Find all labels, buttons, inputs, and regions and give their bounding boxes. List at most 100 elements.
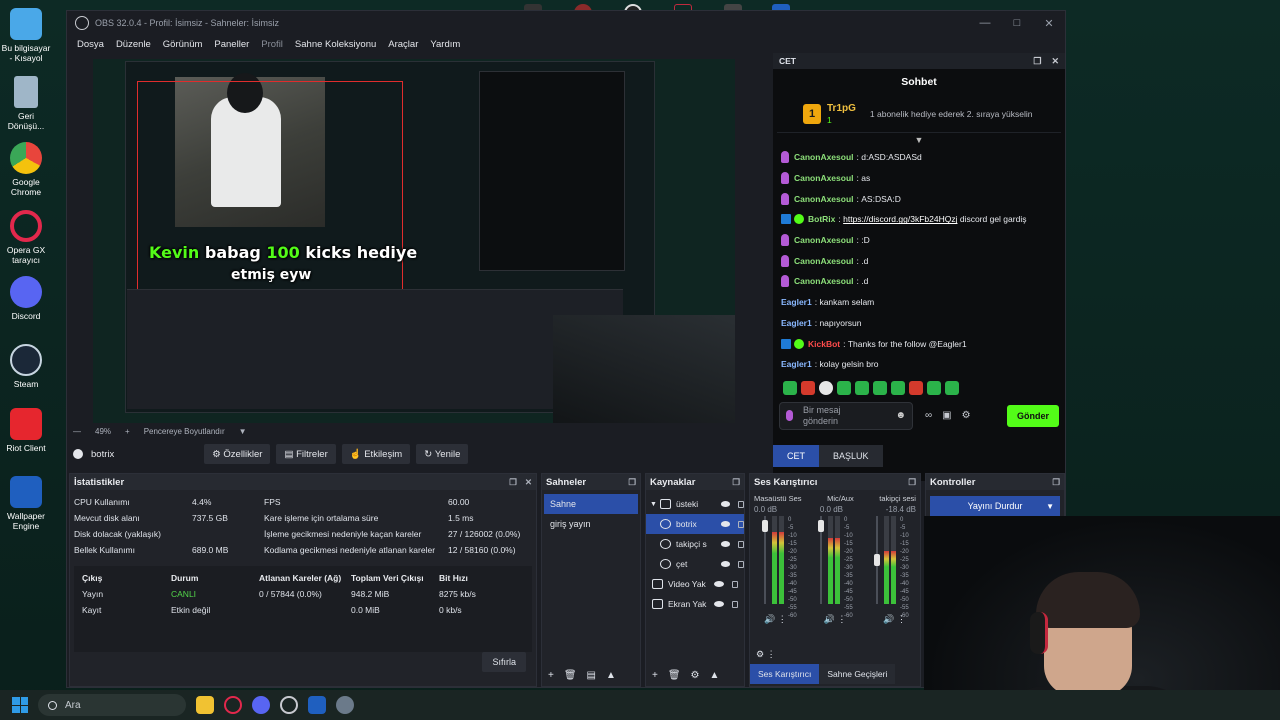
desktop-icon-steam[interactable]: Steam bbox=[0, 344, 52, 390]
eye-icon[interactable] bbox=[714, 581, 724, 587]
refresh-button[interactable]: ↻ Yenile bbox=[416, 444, 469, 464]
menu-tools[interactable]: Araçlar bbox=[382, 39, 424, 50]
eye-icon[interactable] bbox=[720, 521, 731, 527]
emote-icon[interactable] bbox=[909, 380, 923, 395]
emote-icon[interactable] bbox=[945, 380, 959, 395]
chevron-down-icon[interactable]: ▼ bbox=[650, 501, 657, 508]
lock-icon[interactable] bbox=[732, 600, 738, 608]
emoji-icon[interactable]: ☻ bbox=[895, 410, 906, 422]
close-icon[interactable]: ✕ bbox=[1051, 56, 1059, 67]
menu-edit[interactable]: Düzenle bbox=[110, 39, 157, 50]
menu-view[interactable]: Görünüm bbox=[157, 39, 209, 50]
zoom-plus-icon[interactable]: + bbox=[125, 427, 130, 436]
close-icon[interactable]: ✕ bbox=[1033, 17, 1065, 30]
chevron-down-icon[interactable]: ▼ bbox=[1046, 502, 1054, 511]
taskbar-search[interactable]: Ara bbox=[38, 694, 186, 716]
menu-file[interactable]: Dosya bbox=[71, 39, 110, 50]
desktop-icon-discord[interactable]: Discord bbox=[0, 276, 52, 322]
volume-slider-knob[interactable] bbox=[762, 520, 768, 532]
menu-scene-collection[interactable]: Sahne Koleksiyonu bbox=[289, 39, 382, 50]
opera-gx-icon[interactable] bbox=[224, 696, 242, 714]
eye-icon[interactable] bbox=[720, 501, 731, 507]
source-item[interactable]: Video Yak bbox=[646, 574, 744, 594]
lock-icon[interactable] bbox=[738, 520, 744, 528]
float-icon[interactable]: ❐ bbox=[1052, 477, 1060, 488]
lock-icon[interactable] bbox=[738, 540, 744, 548]
chat-link[interactable]: https://discord.gg/3kFb24HQzj bbox=[843, 214, 957, 224]
tab-audio-mixer[interactable]: Ses Karıştırıcı bbox=[750, 664, 820, 684]
float-icon[interactable]: ❐ bbox=[509, 477, 517, 488]
desktop-icon-chrome[interactable]: Google Chrome bbox=[0, 142, 52, 198]
trash-icon[interactable]: 🗑 bbox=[668, 670, 681, 681]
speaker-icon[interactable]: 🔊 ⋮ bbox=[824, 614, 847, 625]
fit-to-window-select[interactable]: Pencereye Boyutlandır bbox=[144, 427, 225, 436]
discord-icon[interactable] bbox=[252, 696, 270, 714]
gear-icon[interactable]: ⚙ bbox=[962, 410, 971, 421]
menu-help[interactable]: Yardım bbox=[424, 39, 466, 50]
minimize-icon[interactable]: — bbox=[969, 17, 1001, 30]
scene-item[interactable]: Sahne bbox=[544, 494, 638, 514]
zoom-minus-icon[interactable]: — bbox=[73, 427, 81, 436]
stop-stream-button[interactable]: Yayını Durdur ▼ bbox=[930, 496, 1060, 516]
pinned-user[interactable]: Tr1pG bbox=[827, 103, 856, 115]
scene-item[interactable]: giriş yayın bbox=[544, 514, 638, 534]
eye-icon[interactable] bbox=[720, 541, 731, 547]
emote-icon[interactable] bbox=[801, 380, 815, 395]
emote-icon[interactable] bbox=[819, 380, 833, 395]
source-item[interactable]: botrix bbox=[646, 514, 744, 534]
volume-slider-knob[interactable] bbox=[818, 520, 824, 532]
lock-icon[interactable] bbox=[738, 560, 744, 568]
desktop-icon-recycle-bin[interactable]: Geri Dönüşü... bbox=[0, 76, 52, 132]
filter-icon[interactable]: ▤ bbox=[587, 670, 596, 681]
tab-scene-transitions[interactable]: Sahne Geçişleri bbox=[819, 664, 896, 684]
source-item[interactable]: ▼ üsteki bbox=[646, 494, 744, 514]
send-button[interactable]: Gönder bbox=[1006, 404, 1059, 427]
menu-profile[interactable]: Profil bbox=[255, 39, 289, 50]
lock-icon[interactable] bbox=[732, 580, 738, 588]
tab-basluk[interactable]: BAŞLUK bbox=[819, 445, 883, 467]
gear-icon[interactable] bbox=[336, 696, 354, 714]
float-icon[interactable]: ❐ bbox=[628, 477, 636, 488]
eye-icon[interactable] bbox=[720, 561, 731, 567]
float-icon[interactable]: ❐ bbox=[908, 477, 916, 488]
emote-icon[interactable] bbox=[873, 380, 887, 395]
emote-icon[interactable] bbox=[837, 380, 851, 395]
source-item[interactable]: çet bbox=[646, 554, 744, 574]
desktop-icon-riot-client[interactable]: Riot Client bbox=[0, 408, 52, 454]
close-icon[interactable]: ✕ bbox=[525, 477, 532, 488]
tab-cet[interactable]: CET bbox=[773, 445, 819, 467]
desktop-icon-opera-gx[interactable]: Opera GX tarayıcı bbox=[0, 210, 52, 266]
eye-icon[interactable] bbox=[714, 601, 724, 607]
add-icon[interactable]: + bbox=[652, 670, 658, 681]
menu-docks[interactable]: Paneller bbox=[208, 39, 255, 50]
chevron-down-icon[interactable]: ▼ bbox=[239, 427, 247, 436]
mixer-options-icon[interactable]: ⚙ ⋮ bbox=[756, 649, 776, 660]
obs-icon[interactable] bbox=[280, 696, 298, 714]
speaker-icon[interactable]: 🔊 ⋮ bbox=[764, 614, 787, 625]
chevron-down-icon[interactable]: ▼ bbox=[773, 133, 1065, 147]
emote-icon[interactable] bbox=[855, 380, 869, 395]
add-icon[interactable]: + bbox=[548, 670, 554, 681]
interact-button[interactable]: ☝ Etkileşim bbox=[341, 444, 411, 464]
infinity-icon[interactable]: ∞ bbox=[925, 410, 932, 421]
chat-message-input[interactable]: Bir mesaj gönderin ☻ bbox=[779, 401, 913, 430]
file-explorer-icon[interactable] bbox=[196, 696, 214, 714]
chevron-up-icon[interactable]: ▲ bbox=[710, 670, 720, 681]
emote-icon[interactable] bbox=[927, 380, 941, 395]
filters-button[interactable]: ▤ Filtreler bbox=[276, 444, 336, 464]
source-item[interactable]: Ekran Yak bbox=[646, 594, 744, 614]
windows-start-icon[interactable] bbox=[12, 697, 28, 713]
store-icon[interactable]: ▣ bbox=[942, 410, 951, 421]
float-icon[interactable]: ❐ bbox=[1033, 56, 1041, 67]
reset-stats-button[interactable]: Sıfırla bbox=[482, 652, 526, 672]
maximize-icon[interactable]: □ bbox=[1001, 17, 1033, 30]
chevron-up-icon[interactable]: ▲ bbox=[606, 670, 616, 681]
source-item[interactable]: takipçi s bbox=[646, 534, 744, 554]
preview-canvas[interactable]: Kevin babag 100 kicks hediye etmiş eyw bbox=[93, 59, 735, 423]
desktop-icon-this-pc[interactable]: Bu bilgisayar - Kısayol bbox=[0, 8, 52, 64]
desktop-icon-wallpaper-engine[interactable]: Wallpaper Engine bbox=[0, 476, 52, 532]
properties-button[interactable]: ⚙ Özellikler bbox=[204, 444, 271, 464]
app-icon[interactable] bbox=[308, 696, 326, 714]
lock-icon[interactable] bbox=[738, 500, 744, 508]
trash-icon[interactable]: 🗑 bbox=[564, 670, 577, 681]
